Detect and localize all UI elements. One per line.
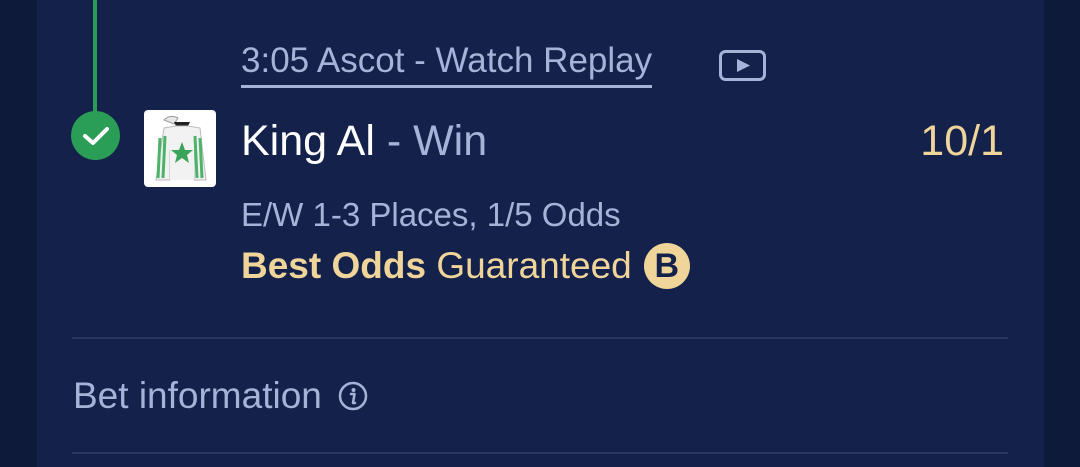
selection-separator: -	[374, 117, 414, 165]
play-video-icon[interactable]	[719, 50, 766, 81]
info-icon[interactable]	[338, 381, 368, 411]
market-name: Win	[413, 117, 488, 165]
timeline-line	[93, 0, 97, 114]
divider-top	[72, 337, 1008, 339]
selection-title: King Al - Win	[241, 117, 487, 165]
odds-value: 10/1	[920, 117, 1004, 165]
bet-information-label: Bet information	[73, 375, 322, 416]
bog-bold-text: Best Odds	[241, 245, 427, 286]
watch-replay-link[interactable]: 3:05 Ascot - Watch Replay	[241, 41, 653, 88]
jockey-silk-icon	[144, 110, 216, 187]
horse-name: King Al	[241, 117, 375, 165]
checkmark-icon	[71, 111, 120, 160]
divider-bottom	[72, 452, 1008, 454]
bet-information-row[interactable]: Bet information	[73, 374, 368, 418]
bog-badge-icon: B	[643, 243, 690, 289]
best-odds-guaranteed: Best Odds Guaranteed B	[241, 243, 690, 289]
bog-rest-text: Guaranteed	[426, 245, 632, 286]
each-way-terms: E/W 1-3 Places, 1/5 Odds	[241, 196, 621, 233]
